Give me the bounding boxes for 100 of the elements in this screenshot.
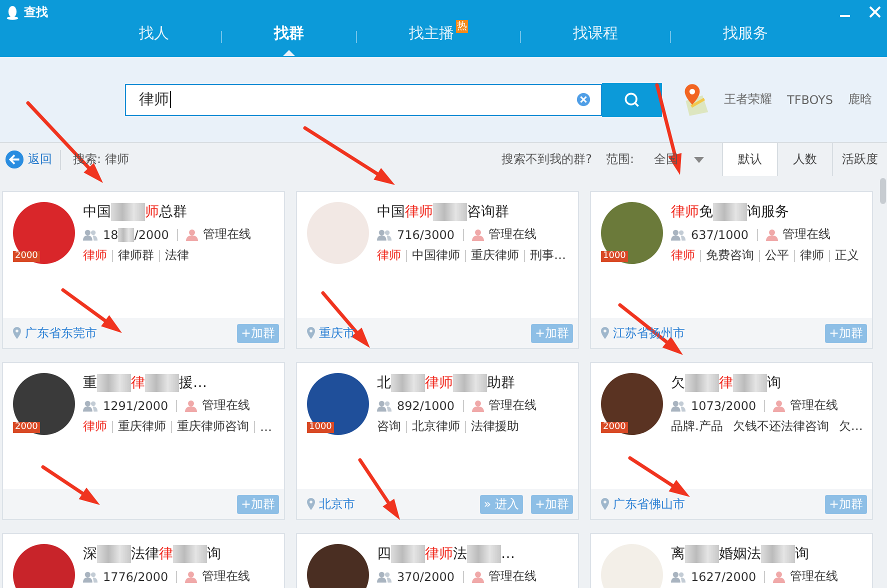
group-tag: 律师 bbox=[83, 418, 107, 435]
help-link[interactable]: 搜索不到我的群? bbox=[502, 151, 592, 168]
person-icon bbox=[766, 228, 778, 240]
clear-icon[interactable] bbox=[576, 92, 592, 107]
location-pin-icon bbox=[307, 498, 315, 510]
hot-keyword-link[interactable]: 鹿晗 bbox=[848, 91, 872, 108]
admin-status: 管理在线 bbox=[790, 397, 838, 414]
location-link[interactable]: 北京市 bbox=[319, 496, 355, 512]
group-name: 离 婚姻法 询 bbox=[671, 544, 810, 564]
avatar-placeholder bbox=[307, 544, 369, 588]
group-tag: 正义 bbox=[835, 247, 859, 264]
person-icon bbox=[186, 228, 198, 240]
location-link[interactable]: 广东省佛山市 bbox=[613, 496, 685, 512]
person-icon bbox=[472, 400, 484, 412]
group-name: 中国律师 咨询群 bbox=[377, 202, 510, 222]
group-card[interactable]: 离 婚姻法 询 1627/2000 管理在线 bbox=[590, 533, 873, 588]
map-pin-icon[interactable] bbox=[682, 84, 710, 116]
member-count: 637/1000 bbox=[691, 228, 748, 242]
admin-status: 管理在线 bbox=[202, 226, 251, 243]
scope-label: 范围: bbox=[606, 151, 634, 168]
group-card[interactable]: 2000 重 律 援… 1291/2000 管理在线 律师 重庆律师 重庆律师咨询 … +加群 bbox=[2, 362, 285, 520]
nav-tab[interactable]: 找课程 bbox=[569, 22, 622, 52]
group-name: 四 律师法 … bbox=[377, 544, 516, 564]
scroll-thumb[interactable] bbox=[880, 178, 886, 204]
group-tag: 北京律师 bbox=[412, 418, 460, 435]
group-tag: 公平 bbox=[765, 247, 789, 264]
admin-status: 管理在线 bbox=[202, 568, 250, 585]
member-count: 892/1000 bbox=[397, 398, 454, 412]
member-count: 370/2000 bbox=[397, 570, 454, 584]
caret-icon bbox=[694, 156, 704, 162]
member-count: 1776/2000 bbox=[103, 570, 168, 584]
search-icon bbox=[623, 90, 642, 108]
people-icon bbox=[671, 400, 686, 412]
group-name: 重 律 援… bbox=[83, 373, 208, 393]
group-tag: 法律 bbox=[165, 247, 189, 264]
member-count: 18 /2000 bbox=[103, 228, 169, 242]
location-pin-icon bbox=[601, 498, 609, 510]
admin-status: 管理在线 bbox=[790, 568, 838, 585]
admin-status: 管理在线 bbox=[488, 226, 536, 243]
nav-tab[interactable]: 找人 bbox=[135, 22, 173, 52]
location-link[interactable]: 重庆市 bbox=[319, 324, 355, 342]
annotation-arrow bbox=[41, 465, 100, 505]
member-count: 716/3000 bbox=[397, 228, 454, 242]
hot-badge: 热 bbox=[456, 20, 468, 33]
annotation-arrow bbox=[358, 458, 400, 520]
group-tag: 法律援助 bbox=[471, 418, 519, 435]
search-button[interactable] bbox=[602, 82, 662, 116]
group-name: 北 律师 助群 bbox=[377, 373, 516, 393]
group-tag: 律师 bbox=[377, 247, 401, 264]
people-icon bbox=[83, 400, 98, 412]
people-icon bbox=[377, 228, 392, 240]
search-field[interactable]: 律师 bbox=[125, 84, 602, 116]
member-count: 1073/2000 bbox=[691, 398, 756, 412]
group-tag: 律师 bbox=[800, 247, 824, 264]
group-card[interactable]: 四 律师法 … 370/2000 管理在线 bbox=[296, 533, 579, 588]
group-tag: 律师 bbox=[671, 247, 695, 264]
people-icon bbox=[671, 570, 686, 582]
admin-status: 管理在线 bbox=[782, 226, 830, 243]
group-tag: 律师 bbox=[83, 247, 107, 264]
group-tag: 律师群 bbox=[118, 247, 154, 264]
person-icon bbox=[185, 570, 198, 582]
group-name: 中国 师总群 bbox=[83, 202, 188, 222]
people-icon bbox=[671, 228, 686, 240]
avatar-placeholder bbox=[13, 544, 75, 588]
people-icon bbox=[83, 228, 98, 240]
group-card[interactable]: 深 法律律 询 1776/2000 管理在线 bbox=[2, 533, 285, 588]
hot-keyword-link[interactable]: 王者荣耀 bbox=[724, 91, 772, 108]
person-icon bbox=[185, 400, 198, 412]
person-icon bbox=[773, 400, 786, 412]
nav-tab[interactable]: 找服务 bbox=[719, 22, 772, 52]
admin-status: 管理在线 bbox=[202, 397, 250, 414]
penguin-icon bbox=[6, 4, 19, 20]
group-tag: 品牌.产品 bbox=[671, 418, 723, 435]
sort-tab[interactable]: 默认 bbox=[722, 143, 777, 176]
group-name: 律师免 询服务 bbox=[671, 202, 790, 222]
people-icon bbox=[377, 570, 392, 582]
group-tag: 重庆律师 bbox=[118, 418, 166, 435]
group-card[interactable]: 2000 欠 律 询 1073/2000 管理在线 品牌.产品 欠钱不还法律咨询 欠… 广东省佛山市 +加群 bbox=[590, 362, 873, 520]
people-icon bbox=[83, 570, 98, 582]
hot-keyword-link[interactable]: TFBOYS bbox=[787, 92, 833, 106]
admin-status: 管理在线 bbox=[488, 568, 536, 585]
location-pin-icon bbox=[13, 327, 21, 339]
location-link[interactable]: 广东省东莞市 bbox=[25, 324, 97, 342]
close-icon[interactable] bbox=[869, 6, 881, 18]
annotation-arrow bbox=[321, 291, 370, 348]
location-pin-icon bbox=[307, 327, 315, 339]
group-card[interactable]: 中国律师 咨询群 716/3000 管理在线 律师 中国律师 重庆律师 刑事… 重庆市 +加群 bbox=[296, 191, 579, 349]
people-icon bbox=[377, 400, 392, 412]
group-tag: … bbox=[260, 420, 272, 434]
group-tag: 中国律师 bbox=[412, 247, 460, 264]
member-count: 1627/2000 bbox=[691, 570, 756, 584]
group-card[interactable]: 1000 北 律师 助群 892/1000 管理在线 咨询 北京律师 法律援助 北京市 » 进入 +加群 bbox=[296, 362, 579, 520]
back-button[interactable]: 返回 bbox=[5, 150, 61, 170]
group-tag: 刑事… bbox=[530, 247, 566, 264]
level-badge: 2000 bbox=[13, 251, 40, 262]
level-badge: 2000 bbox=[13, 422, 40, 433]
group-card[interactable]: 2000 中国 师总群 18 /2000 管理在线 律师 律师群 法律 广东省东莞市 +加群 bbox=[2, 191, 285, 349]
level-badge: 1000 bbox=[601, 251, 628, 262]
level-badge: 1000 bbox=[307, 422, 334, 433]
group-tag: 重庆律师 bbox=[471, 247, 519, 264]
